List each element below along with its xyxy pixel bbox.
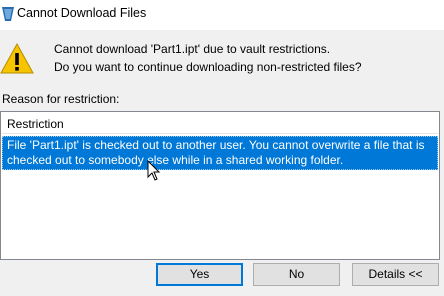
mouse-cursor-icon — [147, 160, 161, 181]
title-bar: Cannot Download Files — [0, 0, 444, 30]
vault-app-icon — [2, 7, 14, 21]
window-title: Cannot Download Files — [17, 6, 147, 20]
details-button[interactable]: Details << — [352, 263, 439, 286]
column-header-label: Restriction — [7, 117, 64, 131]
restriction-text: File 'Part1.ipt' is checked out to anoth… — [7, 138, 425, 167]
message-line-1: Cannot download 'Part1.ipt' due to vault… — [54, 42, 331, 56]
reason-label: Reason for restriction: — [2, 92, 120, 106]
column-header-restriction[interactable]: Restriction — [2, 113, 438, 134]
list-item[interactable]: File 'Part1.ipt' is checked out to anoth… — [2, 136, 438, 170]
yes-button[interactable]: Yes — [156, 263, 243, 286]
no-button[interactable]: No — [253, 263, 340, 286]
restriction-list[interactable]: Restriction File 'Part1.ipt' is checked … — [0, 111, 440, 260]
message-line-2: Do you want to continue downloading non-… — [54, 60, 362, 74]
warning-icon — [0, 43, 34, 74]
